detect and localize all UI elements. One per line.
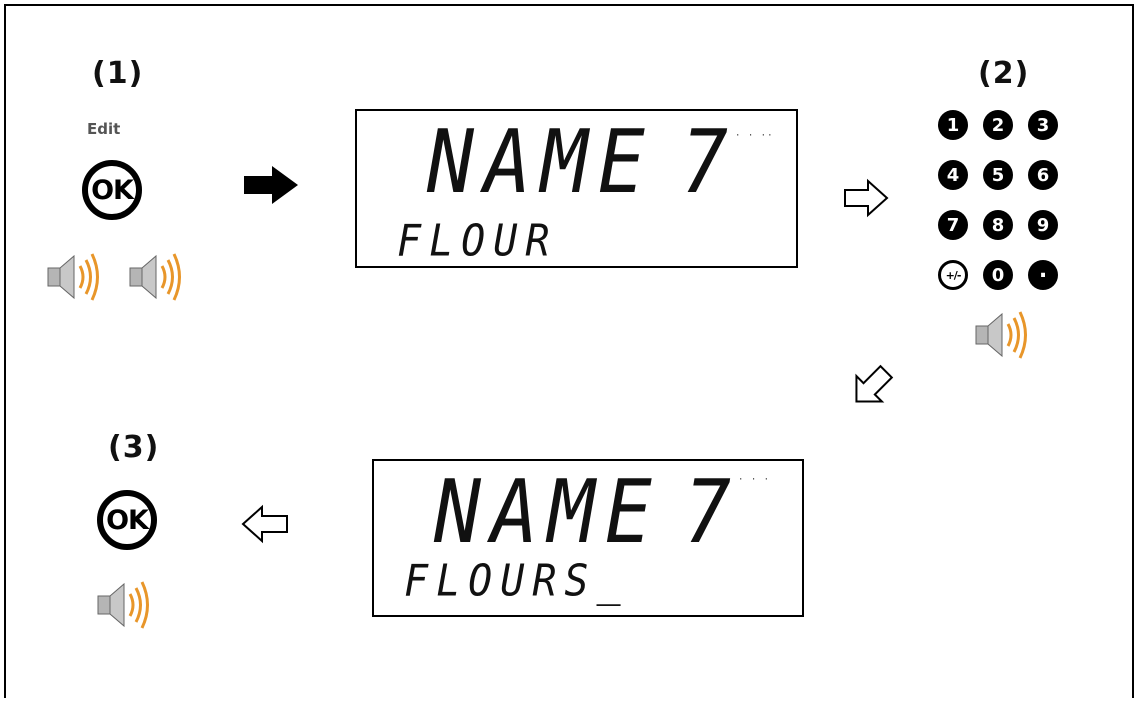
lcd-display-2: NAME 7 · · · FLOURS_ xyxy=(372,459,804,617)
key-2[interactable]: 2 xyxy=(983,110,1013,140)
display-2-sub-text: FLOURS_ xyxy=(404,555,629,607)
display-2-main-text: NAME xyxy=(434,462,662,564)
arrow-left-outline-icon xyxy=(241,504,288,544)
display-1-number: 7 xyxy=(681,112,728,214)
key-1[interactable]: 1 xyxy=(938,110,968,140)
arrow-right-filled-icon xyxy=(244,166,298,204)
key-8[interactable]: 8 xyxy=(983,210,1013,240)
display-2-indicator-dots: · · · xyxy=(738,475,771,485)
key-9[interactable]: 9 xyxy=(1028,210,1058,240)
arrow-down-left-outline-icon xyxy=(855,364,894,403)
key-0[interactable]: 0 xyxy=(983,260,1013,290)
speaker-icon xyxy=(97,581,149,629)
ok-button[interactable]: OK xyxy=(82,160,142,220)
display-1-indicator-dots: · · ·· xyxy=(735,131,774,141)
speaker-icon xyxy=(129,253,181,301)
ok-button-label: OK xyxy=(91,174,134,206)
key-decimal-point[interactable]: . xyxy=(1028,260,1058,290)
speaker-icon xyxy=(975,311,1027,359)
key-plus-minus[interactable]: +/- xyxy=(938,260,968,290)
display-1-main-text: NAME xyxy=(427,112,655,214)
step-2-label: (2) xyxy=(978,56,1030,91)
ok-button-label: OK xyxy=(106,504,149,536)
ok-button[interactable]: OK xyxy=(97,490,157,550)
numeric-keypad: 1 2 3 4 5 6 7 8 9 +/- 0 . xyxy=(938,110,1058,292)
arrow-right-outline-icon xyxy=(844,178,889,218)
speaker-icon xyxy=(47,253,99,301)
key-5[interactable]: 5 xyxy=(983,160,1013,190)
key-3[interactable]: 3 xyxy=(1028,110,1058,140)
edit-label: Edit xyxy=(87,120,121,138)
key-6[interactable]: 6 xyxy=(1028,160,1058,190)
display-2-number: 7 xyxy=(684,462,731,564)
step-3-label: (3) xyxy=(108,430,160,465)
step-1-label: (1) xyxy=(92,56,144,91)
key-4[interactable]: 4 xyxy=(938,160,968,190)
display-1-sub-text: FLOUR xyxy=(397,215,558,267)
key-7[interactable]: 7 xyxy=(938,210,968,240)
lcd-display-1: NAME 7 · · ·· FLOUR xyxy=(355,109,798,268)
